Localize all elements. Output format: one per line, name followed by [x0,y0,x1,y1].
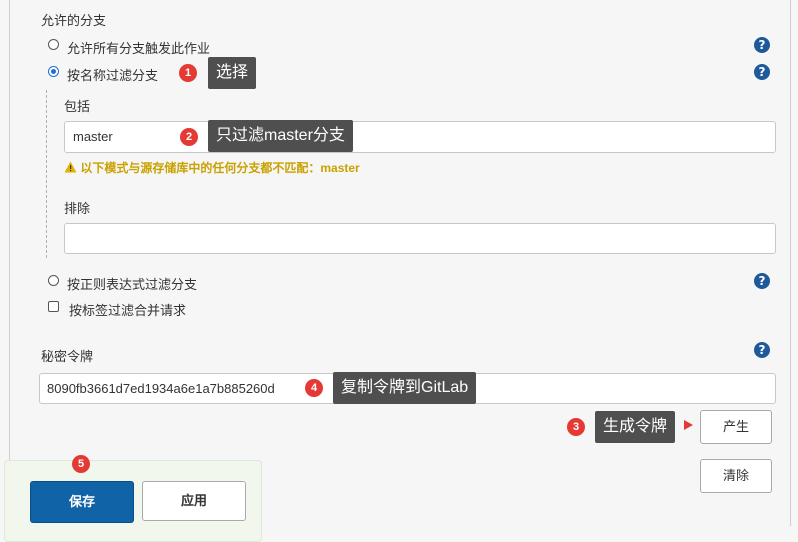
right-border-line [790,0,791,526]
section-title: 允许的分支 [41,13,107,28]
help-icon[interactable]: ? [754,273,770,289]
radio-all-branches-label[interactable]: 允许所有分支触发此作业 [67,38,210,57]
include-warning-text: 以下模式与源存储库中的任何分支都不匹配：master [80,161,360,175]
include-input[interactable]: master [64,121,776,153]
radio-filter-by-name-label[interactable]: 按名称过滤分支 [67,65,158,84]
checkbox-filter-merge-by-label-text[interactable]: 按标签过滤合并请求 [69,300,186,319]
warning-icon [64,161,77,173]
help-icon[interactable]: ? [754,37,770,53]
clear-token-button[interactable]: 清除 [700,459,772,493]
annotation-tip-1: 选择 [208,57,257,89]
generate-token-button[interactable]: 产生 [700,410,772,444]
annotation-badge-1: 1 [179,64,197,82]
radio-filter-by-name[interactable] [48,66,59,77]
annotation-badge-4: 4 [305,379,323,397]
checkbox-filter-merge-by-label[interactable] [48,301,59,312]
radio-filter-by-regex-label[interactable]: 按正则表达式过滤分支 [67,274,197,293]
secret-token-label: 秘密令牌 [41,349,94,364]
nested-options-guide [46,90,47,258]
annotation-tip-2: 只过滤master分支 [208,120,353,152]
exclude-input[interactable] [64,223,776,254]
help-icon[interactable]: ? [754,64,770,80]
annotation-tip-4: 复制令牌到GitLab [333,372,477,404]
radio-all-branches[interactable] [48,39,59,50]
apply-button[interactable]: 应用 [142,481,246,521]
left-border-line [9,0,10,526]
exclude-label: 排除 [64,201,91,216]
radio-filter-by-regex[interactable] [48,275,59,286]
arrow-right-icon [684,420,693,430]
annotation-tip-3: 生成令牌 [595,411,676,443]
save-button[interactable]: 保存 [30,481,134,523]
annotation-badge-5: 5 [72,455,90,473]
include-label: 包括 [64,99,91,114]
help-icon[interactable]: ? [754,342,770,358]
annotation-badge-3: 3 [567,418,585,436]
include-warning: 以下模式与源存储库中的任何分支都不匹配：master [64,159,360,176]
annotation-badge-2: 2 [180,128,198,146]
